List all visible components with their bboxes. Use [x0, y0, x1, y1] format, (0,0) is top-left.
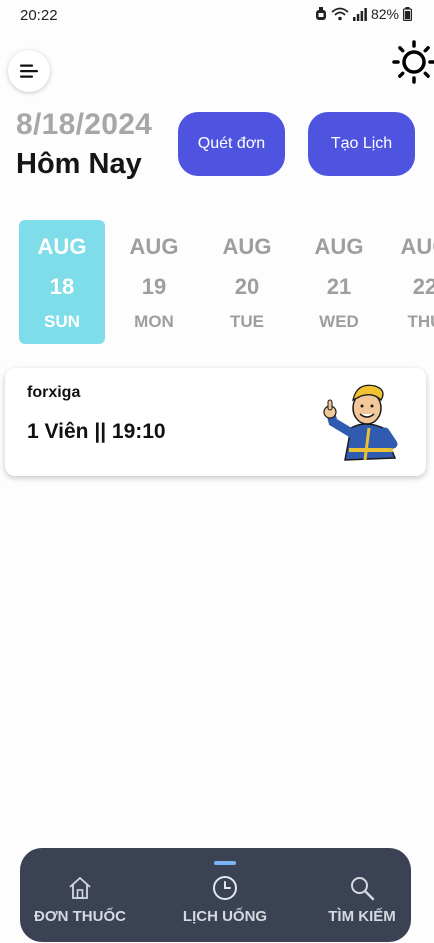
today-label: Hôm Nay — [16, 148, 142, 180]
day-weekday: MON — [134, 312, 174, 331]
day-item[interactable]: AUG 20 TUE — [204, 220, 290, 344]
bottom-navigation: ĐƠN THUỐC LỊCH UỐNG TÌM KIẾM — [20, 848, 411, 942]
day-month: AUG — [222, 234, 272, 259]
current-date: 8/18/2024 — [16, 108, 153, 141]
battery-percent: 82% — [370, 6, 399, 22]
wifi-icon — [331, 7, 349, 21]
day-number: 19 — [141, 274, 167, 299]
create-schedule-button[interactable]: Tạo Lịch — [308, 112, 415, 176]
day-item[interactable]: AUG 22 THU — [382, 220, 434, 344]
home-icon — [69, 877, 91, 899]
day-month: AUG — [314, 234, 364, 259]
day-month: AUG — [129, 234, 179, 259]
battery-icon — [403, 7, 412, 21]
day-weekday: TUE — [230, 312, 264, 331]
nav-item-prescriptions[interactable]: ĐƠN THUỐC — [20, 848, 140, 942]
day-weekday: SUN — [44, 312, 80, 331]
status-icons: 82% — [315, 6, 412, 22]
day-number: 22 — [412, 274, 434, 299]
day-weekday: WED — [319, 312, 359, 331]
day-number: 18 — [49, 274, 75, 299]
sun-icon[interactable] — [392, 40, 434, 84]
medication-name: forxiga — [27, 384, 81, 401]
medication-card[interactable]: forxiga 1 Viên || 19:10 — [5, 368, 426, 476]
clock-icon — [213, 876, 237, 900]
status-time: 20:22 — [20, 7, 58, 24]
day-month: AUG — [37, 234, 87, 259]
signal-icon — [352, 7, 367, 21]
day-weekday: THU — [407, 312, 434, 331]
day-item-selected[interactable]: AUG 18 SUN — [19, 220, 105, 344]
status-bar: 20:22 82% — [0, 0, 434, 32]
day-number: 21 — [326, 274, 352, 299]
mascot-thumbs-up-image — [323, 384, 398, 461]
day-number: 20 — [234, 274, 260, 299]
date-strip: AUG 18 SUN AUG 19 MON AUG 20 TUE AUG 21 … — [0, 220, 434, 344]
nav-label: LỊCH UỐNG — [182, 908, 268, 925]
nav-label: TÌM KIẾM — [328, 908, 396, 925]
menu-button[interactable] — [8, 50, 50, 92]
medication-dose-time: 1 Viên || 19:10 — [27, 420, 166, 443]
menu-icon — [20, 64, 38, 78]
search-icon — [351, 877, 375, 901]
nav-item-schedule[interactable]: LỊCH UỐNG — [165, 848, 285, 942]
nav-item-search[interactable]: TÌM KIẾM — [302, 848, 422, 942]
nav-label: ĐƠN THUỐC — [34, 908, 126, 925]
alarm-icon — [315, 7, 326, 20]
scan-prescription-button[interactable]: Quét đơn — [178, 112, 285, 176]
day-item[interactable]: AUG 19 MON — [111, 220, 197, 344]
active-indicator — [214, 861, 236, 865]
day-item[interactable]: AUG 21 WED — [296, 220, 382, 344]
day-month: AUG — [400, 234, 434, 259]
